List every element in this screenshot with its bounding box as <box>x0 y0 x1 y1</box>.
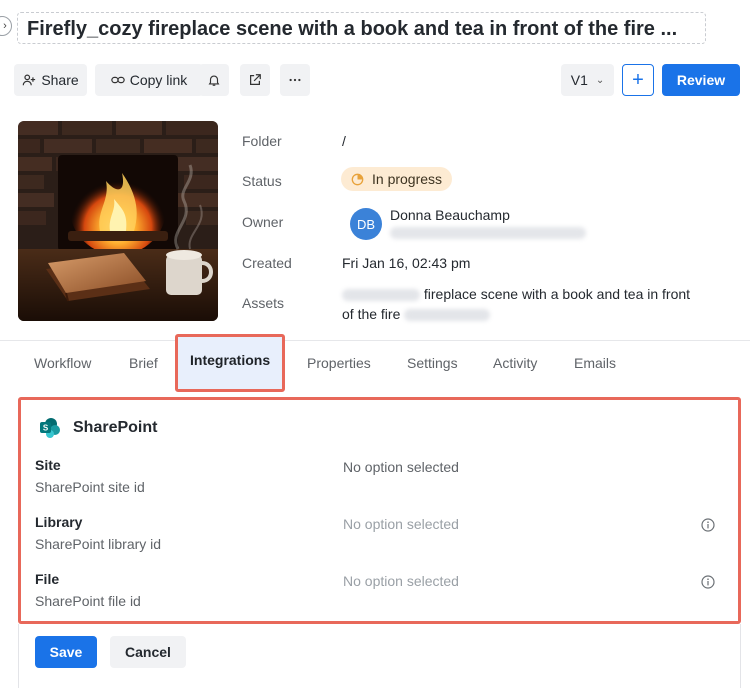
folder-label: Folder <box>242 133 282 149</box>
share-icon <box>23 74 36 86</box>
site-sublabel: SharePoint site id <box>35 479 145 495</box>
assets-label: Assets <box>242 295 285 311</box>
library-info-icon[interactable] <box>701 518 715 532</box>
tab-activity[interactable]: Activity <box>493 340 537 386</box>
share-label: Share <box>41 72 79 88</box>
library-sublabel: SharePoint library id <box>35 536 162 552</box>
folder-value[interactable]: / <box>342 133 346 149</box>
fireplace-image <box>18 121 218 321</box>
link-icon <box>110 76 125 84</box>
file-sublabel: SharePoint file id <box>35 593 141 609</box>
file-info-icon[interactable] <box>701 575 715 589</box>
page-title[interactable]: Firefly_cozy fireplace scene with a book… <box>17 12 706 44</box>
version-label: V1 <box>570 72 588 88</box>
bell-icon <box>208 75 220 86</box>
assets-text-1: fireplace scene with a book and tea in f… <box>423 286 691 302</box>
collapse-chevron-icon[interactable]: › <box>0 16 12 36</box>
progress-pie-icon <box>351 173 364 185</box>
library-label: Library <box>35 514 83 530</box>
assets-link[interactable]: fireplace scene with a book and tea in f… <box>342 284 722 324</box>
tab-integrations[interactable]: Integrations <box>175 334 286 392</box>
export-icon <box>250 74 261 85</box>
more-icon <box>289 78 301 82</box>
sharepoint-icon: S <box>40 418 60 438</box>
save-button[interactable]: Save <box>35 636 97 668</box>
version-select[interactable]: V1 ⌄ <box>561 64 614 96</box>
owner-email-redacted <box>390 227 586 239</box>
export-button[interactable] <box>240 64 270 96</box>
assets-text-2: of the fire <box>342 306 401 322</box>
avatar[interactable]: DB <box>350 208 382 240</box>
created-value: Fri Jan 16, 02:43 pm <box>342 255 471 271</box>
svg-text:S: S <box>43 424 49 433</box>
file-label: File <box>35 571 60 587</box>
tab-brief[interactable]: Brief <box>129 340 158 386</box>
sharepoint-panel: S SharePoint Site SharePoint site id No … <box>18 397 741 624</box>
owner-label: Owner <box>242 214 284 230</box>
review-button[interactable]: Review <box>662 64 740 96</box>
redacted-text <box>404 309 491 322</box>
owner-name: Donna Beauchamp <box>390 207 510 223</box>
status-text: In progress <box>372 171 443 187</box>
file-select[interactable]: No option selected <box>343 573 459 589</box>
plus-icon: + <box>632 68 644 91</box>
sharepoint-title: SharePoint <box>73 419 158 436</box>
created-label: Created <box>242 255 292 271</box>
chevron-down-icon: ⌄ <box>595 74 605 86</box>
add-button[interactable]: + <box>622 64 654 96</box>
more-options-button[interactable] <box>280 64 310 96</box>
toolbar: Share Copy link V1 ⌄ + Review <box>14 64 740 96</box>
notifications-button[interactable] <box>199 64 229 96</box>
tab-workflow[interactable]: Workflow <box>34 340 91 386</box>
copy-link-label: Copy link <box>129 72 188 88</box>
share-button[interactable]: Share <box>14 64 87 96</box>
sharepoint-header: S SharePoint <box>39 417 157 439</box>
cancel-button[interactable]: Cancel <box>110 636 186 668</box>
tab-settings[interactable]: Settings <box>407 340 458 386</box>
site-label: Site <box>35 457 61 473</box>
site-select[interactable]: No option selected <box>343 459 459 475</box>
tab-emails[interactable]: Emails <box>574 340 616 386</box>
redacted-text <box>342 289 420 302</box>
tab-properties[interactable]: Properties <box>307 340 371 386</box>
asset-thumbnail[interactable] <box>18 121 218 321</box>
copy-link-button[interactable]: Copy link <box>95 64 203 96</box>
library-select[interactable]: No option selected <box>343 516 459 532</box>
tabs-divider <box>0 340 750 341</box>
status-badge[interactable]: In progress <box>341 167 453 191</box>
status-label: Status <box>242 173 282 189</box>
